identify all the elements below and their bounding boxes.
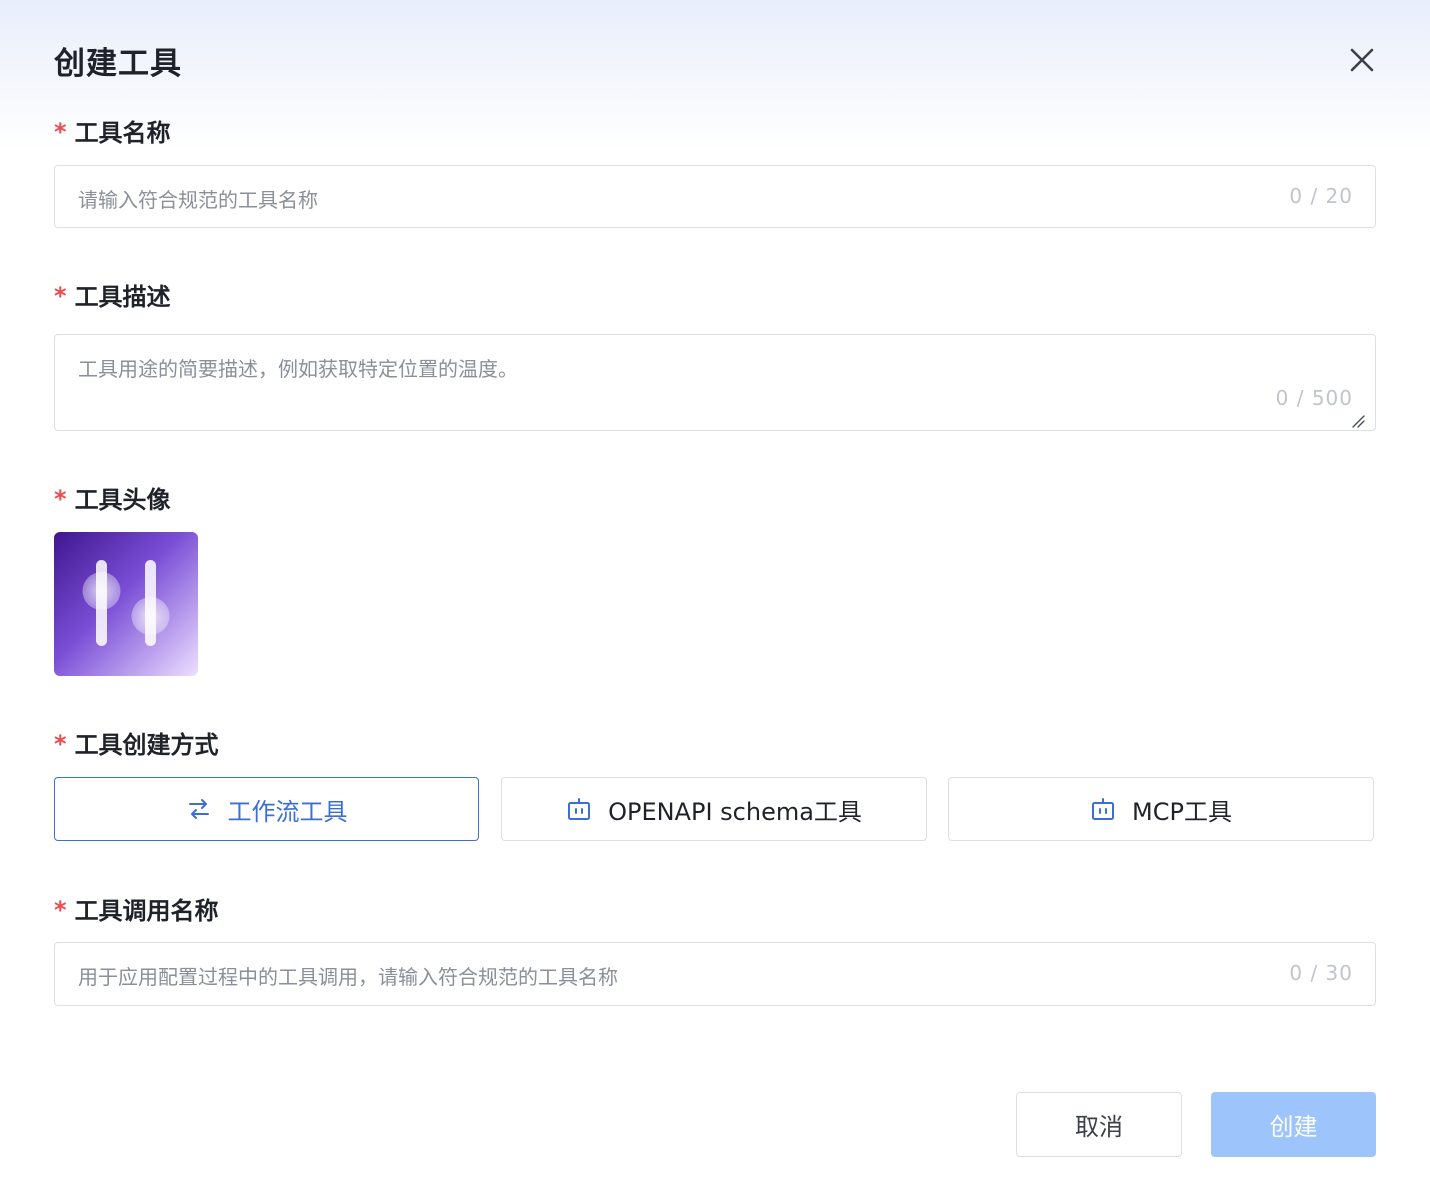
required-mark: * bbox=[54, 484, 67, 513]
required-mark: * bbox=[54, 895, 67, 924]
mode-option-workflow[interactable]: 工作流工具 bbox=[54, 777, 479, 841]
mode-option-label: MCP工具 bbox=[1132, 797, 1232, 826]
tool-name-label: * 工具名称 bbox=[54, 113, 171, 148]
tool-description-label-text: 工具描述 bbox=[74, 283, 171, 311]
tool-description-label: * 工具描述 bbox=[54, 277, 171, 312]
required-mark: * bbox=[54, 729, 67, 758]
dialog-title: 创建工具 bbox=[54, 46, 182, 82]
close-button[interactable] bbox=[1344, 42, 1380, 78]
resize-handle-icon[interactable] bbox=[1351, 414, 1365, 428]
mode-option-mcp[interactable]: MCP工具 bbox=[948, 777, 1374, 841]
create-button[interactable]: 创建 bbox=[1211, 1092, 1376, 1157]
create-tool-dialog: 创建工具 * 工具名称 请输入符合规范的工具名称 0 / 20 * 工具描述 工… bbox=[0, 0, 1430, 1195]
call-name-input[interactable]: 用于应用配置过程中的工具调用，请输入符合规范的工具名称 0 / 30 bbox=[54, 942, 1376, 1006]
tool-name-placeholder: 请输入符合规范的工具名称 bbox=[78, 188, 318, 212]
tool-avatar-label: * 工具头像 bbox=[54, 480, 171, 515]
required-mark: * bbox=[54, 117, 67, 146]
tool-description-placeholder: 工具用途的简要描述，例如获取特定位置的温度。 bbox=[78, 357, 518, 381]
slider-controls-icon bbox=[54, 532, 198, 676]
robot-icon bbox=[1092, 798, 1115, 820]
call-name-label: * 工具调用名称 bbox=[54, 891, 219, 926]
tool-name-input[interactable]: 请输入符合规范的工具名称 0 / 20 bbox=[54, 165, 1376, 228]
cancel-button[interactable]: 取消 bbox=[1016, 1092, 1182, 1157]
mode-option-label: 工作流工具 bbox=[227, 797, 348, 826]
mode-option-label: OPENAPI schema工具 bbox=[608, 797, 862, 826]
tool-description-textarea[interactable]: 工具用途的简要描述，例如获取特定位置的温度。 0 / 500 bbox=[54, 334, 1376, 431]
robot-icon bbox=[568, 798, 591, 820]
creation-mode-label: * 工具创建方式 bbox=[54, 725, 219, 760]
call-name-counter: 0 / 30 bbox=[1289, 961, 1353, 985]
close-icon bbox=[1350, 48, 1374, 72]
tool-avatar-picker[interactable] bbox=[54, 532, 198, 676]
tool-description-counter: 0 / 500 bbox=[1275, 386, 1353, 410]
tool-avatar-label-text: 工具头像 bbox=[74, 486, 171, 514]
call-name-label-text: 工具调用名称 bbox=[74, 897, 219, 925]
tool-name-counter: 0 / 20 bbox=[1289, 184, 1353, 208]
required-mark: * bbox=[54, 281, 67, 310]
tool-name-label-text: 工具名称 bbox=[74, 119, 171, 147]
creation-mode-label-text: 工具创建方式 bbox=[74, 731, 219, 759]
call-name-placeholder: 用于应用配置过程中的工具调用，请输入符合规范的工具名称 bbox=[78, 965, 618, 989]
swap-arrows-icon bbox=[188, 799, 209, 819]
mode-option-openapi[interactable]: OPENAPI schema工具 bbox=[501, 777, 927, 841]
